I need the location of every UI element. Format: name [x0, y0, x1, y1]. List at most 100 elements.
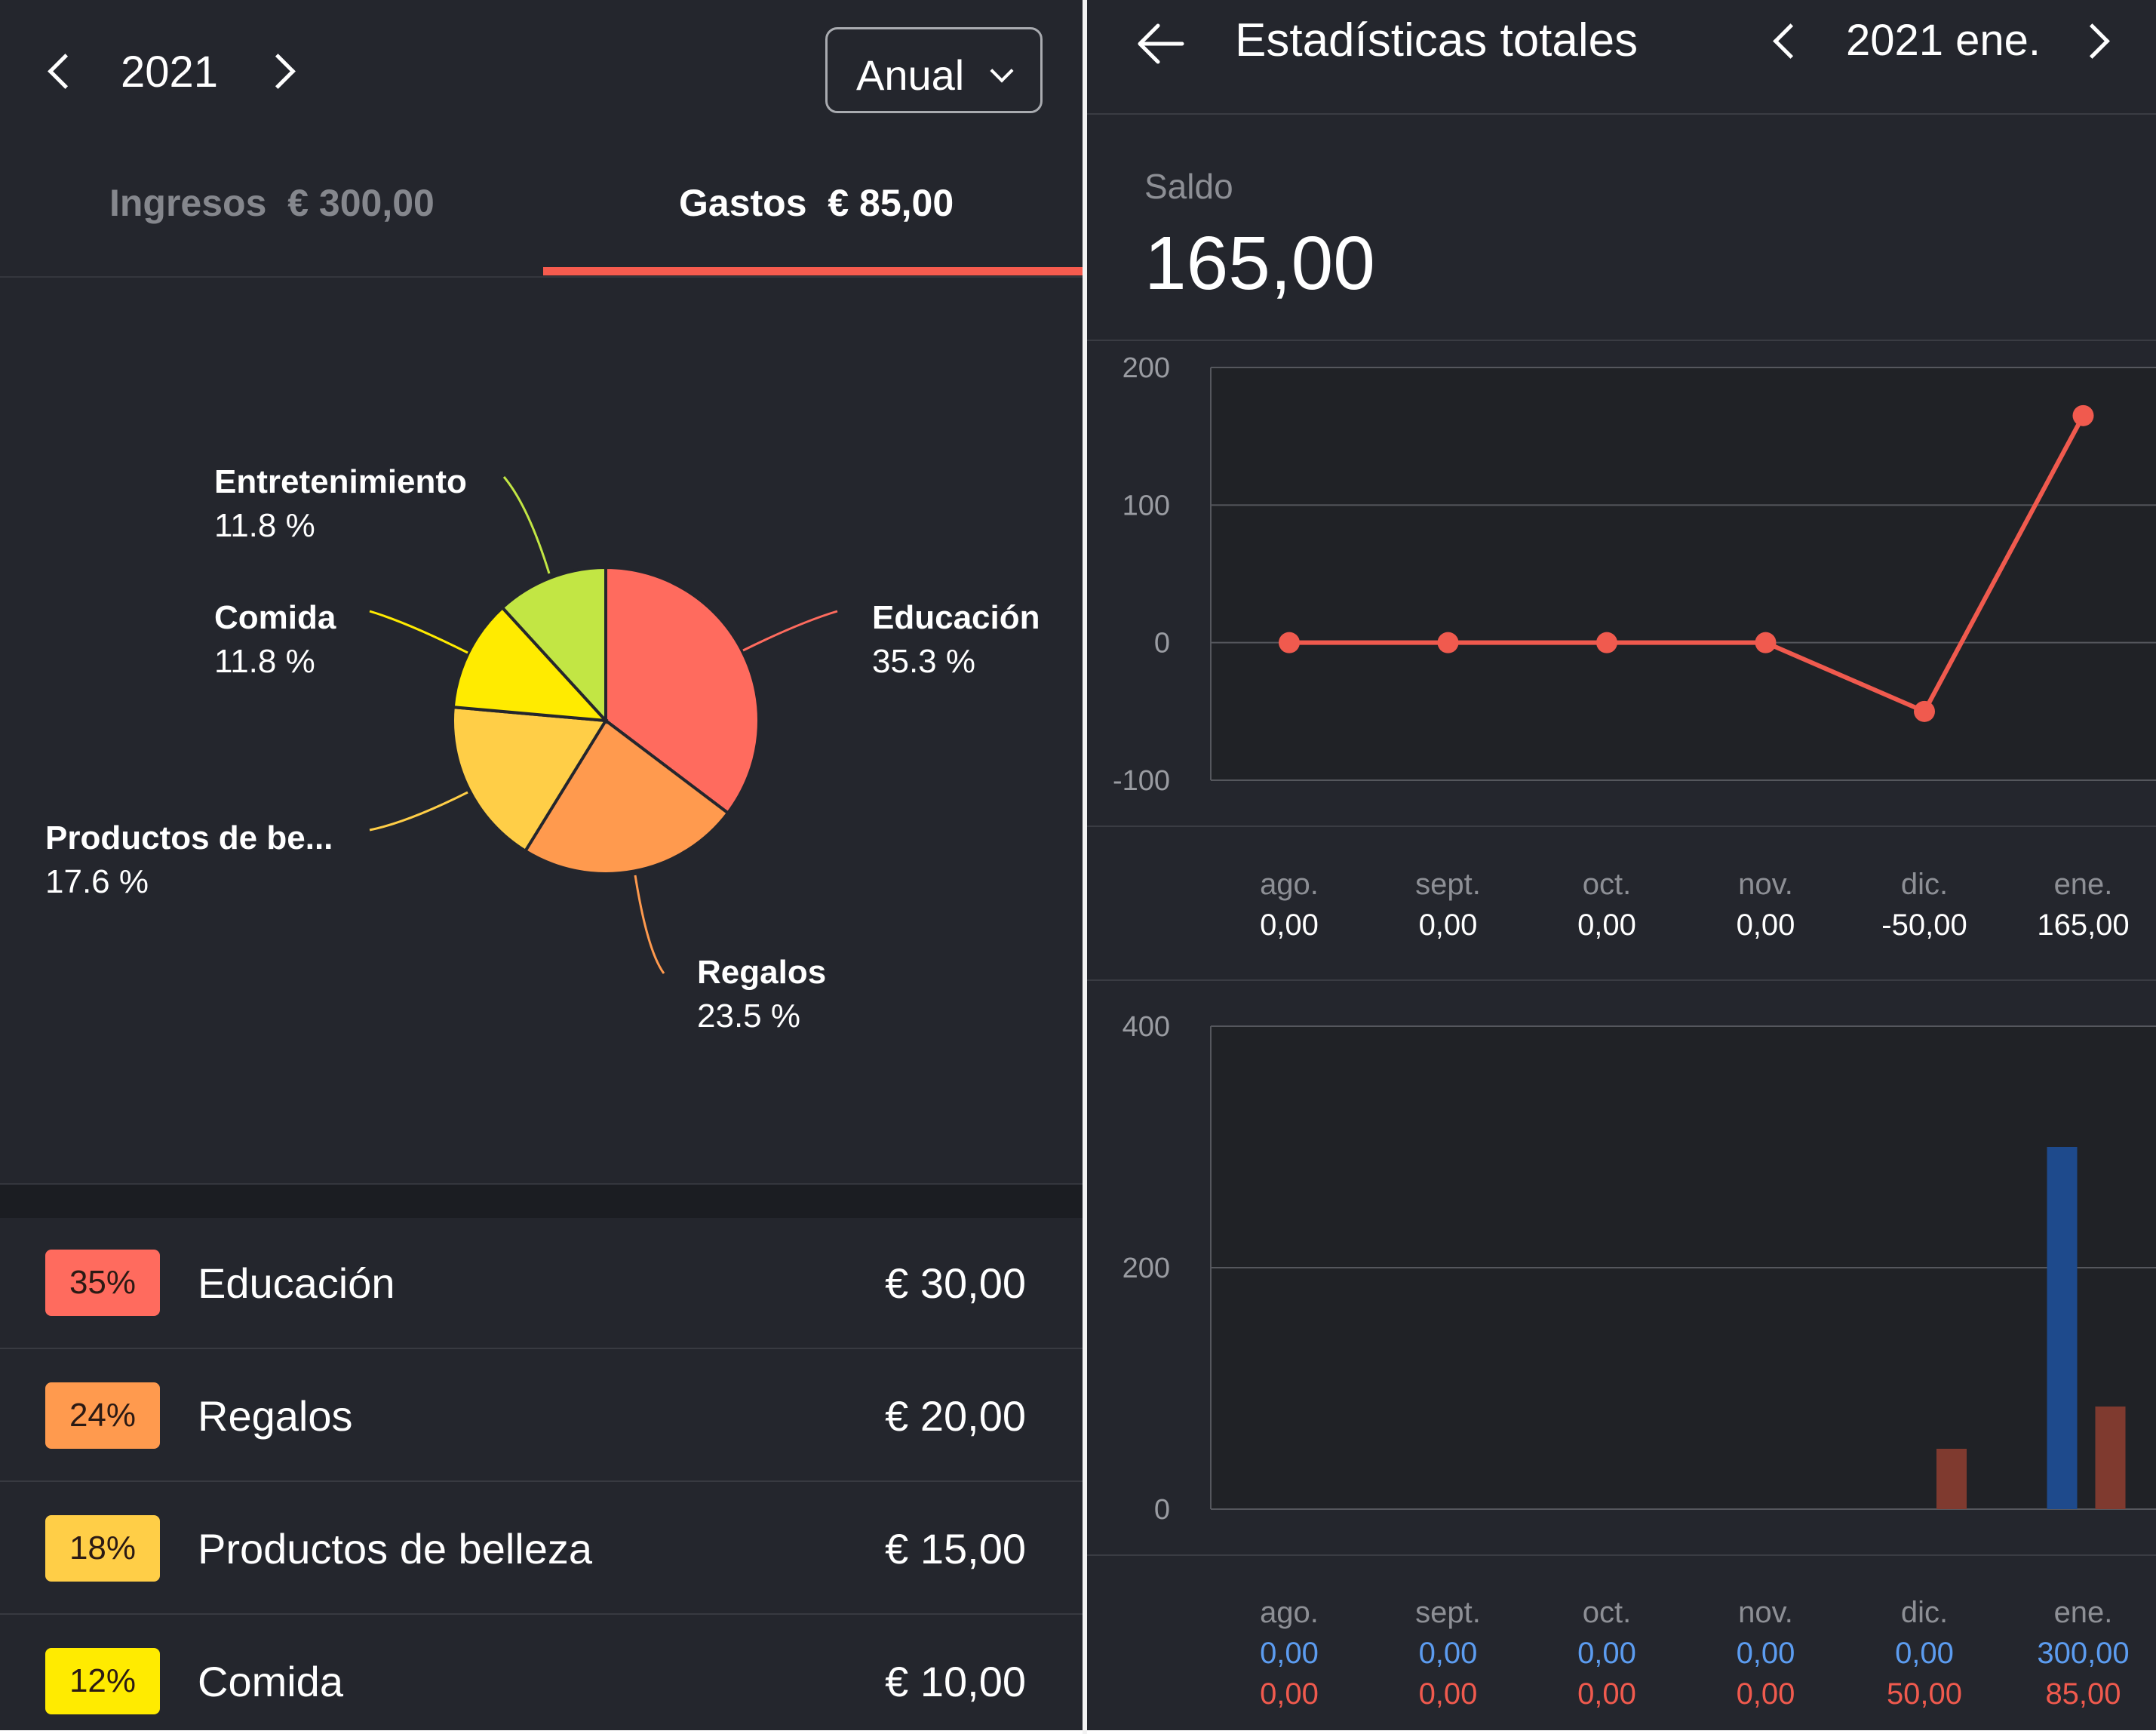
x-label-group: oct. 0,00 [1539, 864, 1675, 945]
month-label: nov. [1738, 1596, 1793, 1629]
tab-divider [0, 276, 1083, 278]
category-row-regalos[interactable]: 24% Regalos € 20,00 [0, 1349, 1083, 1482]
balance-point [1596, 632, 1617, 653]
month-label: sept. [1415, 1596, 1481, 1629]
x-label-group: nov. 0,00 [1698, 864, 1834, 945]
percent-badge: 12% [45, 1648, 160, 1714]
statistics-panel: Estadísticas totales 2021 ene. Saldo 165… [1087, 0, 2156, 1730]
balance-value: 165,00 [1144, 221, 1375, 306]
balance-point [1755, 632, 1777, 653]
flow-bar-chart: 400 200 0 [1123, 1011, 2156, 1526]
header-divider [1087, 113, 2156, 115]
category-name: Educación [198, 1259, 395, 1307]
pie-label-percent: 11.8 % [214, 507, 315, 544]
pie-leader-line [502, 476, 551, 574]
pie-label-name: Entretenimiento [214, 463, 467, 500]
income-month-value: 0,00 [1577, 1637, 1636, 1670]
category-amount: € 10,00 [885, 1658, 1026, 1705]
tab-expenses-amount: € 85,00 [828, 182, 954, 224]
month-label: 2021 ene. [1846, 16, 2041, 65]
back-arrow-icon[interactable] [1135, 21, 1188, 66]
active-tab-indicator [543, 267, 1083, 275]
tab-expenses[interactable]: Gastos € 85,00 [679, 181, 954, 225]
balance-month-value: 0,00 [1260, 909, 1319, 942]
category-row-educacion[interactable]: 35% Educación € 30,00 [0, 1216, 1083, 1349]
section-divider [1087, 825, 2156, 827]
expense-bar [2095, 1407, 2126, 1509]
balance-point [1914, 700, 1935, 722]
month-label: sept. [1415, 868, 1481, 901]
next-year-icon[interactable] [260, 54, 296, 89]
expense-month-value: 85,00 [2045, 1677, 2121, 1711]
x-label-group: ago. 0,00 0,00 [1221, 1592, 1357, 1714]
balance-point [2072, 404, 2094, 426]
pie-label-entretenimiento: Entretenimiento 11.8 % [214, 460, 467, 548]
expense-month-value: 0,00 [1736, 1677, 1795, 1711]
y-tick-label: 200 [1123, 1253, 1170, 1284]
x-label-group: sept. 0,00 0,00 [1381, 1592, 1516, 1714]
balance-month-value: 165,00 [2037, 909, 2130, 942]
y-tick-label: -100 [1113, 765, 1170, 797]
pie-leader-line [742, 610, 838, 652]
income-month-value: 0,00 [1418, 1637, 1478, 1670]
month-label: ene. [2053, 1596, 2113, 1629]
tab-income[interactable]: Ingresos € 300,00 [109, 181, 435, 225]
month-label: ago. [1260, 1596, 1319, 1629]
y-tick-label: 0 [1154, 1494, 1170, 1526]
category-amount: € 30,00 [885, 1259, 1026, 1307]
balance-label: Saldo [1144, 167, 1233, 206]
pie-leader-line [369, 610, 468, 654]
month-label: ago. [1260, 868, 1319, 901]
month-label: ene. [2053, 868, 2113, 901]
x-label-group: sept. 0,00 [1381, 864, 1516, 945]
pie-label-name: Regalos [697, 954, 827, 991]
x-label-group: ene. 300,00 85,00 [2016, 1592, 2151, 1714]
pie-label-percent: 17.6 % [45, 863, 149, 900]
expense-month-value: 0,00 [1418, 1677, 1478, 1711]
balance-month-value: 0,00 [1736, 909, 1795, 942]
chevron-down-icon [990, 59, 1014, 83]
balance-month-value: 0,00 [1577, 909, 1636, 942]
period-dropdown[interactable]: Anual [825, 27, 1043, 113]
percent-badge: 18% [45, 1515, 160, 1582]
category-amount: € 15,00 [885, 1525, 1026, 1573]
pie-label-percent: 23.5 % [697, 998, 800, 1035]
period-dropdown-label: Anual [856, 51, 965, 99]
prev-year-icon[interactable] [48, 54, 83, 89]
month-label: nov. [1738, 868, 1793, 901]
tab-income-amount: € 300,00 [287, 182, 435, 224]
x-label-group: ene. 165,00 [2016, 864, 2151, 945]
x-label-group: dic. 0,00 50,00 [1857, 1592, 1992, 1714]
balance-point [1279, 632, 1300, 653]
balance-point [1437, 632, 1459, 653]
pie-label-regalos: Regalos 23.5 % [697, 951, 826, 1038]
pie-label-name: Educación [872, 599, 1040, 636]
expense-bar [1936, 1449, 1967, 1509]
year-label: 2021 [121, 48, 219, 97]
expense-pie-chart [369, 476, 838, 974]
income-bar [2047, 1147, 2078, 1509]
month-label: oct. [1582, 868, 1632, 901]
category-name: Productos de belleza [198, 1525, 593, 1573]
plot-area [1211, 367, 2156, 780]
month-label: dic. [1900, 868, 1949, 901]
pie-label-percent: 11.8 % [214, 643, 315, 680]
percent-badge: 35% [45, 1250, 160, 1316]
y-tick-label: 0 [1154, 628, 1170, 659]
pie-leader-line [369, 791, 468, 832]
next-month-icon[interactable] [2075, 23, 2110, 59]
expense-month-value: 0,00 [1577, 1677, 1636, 1711]
category-row-comida[interactable]: 12% Comida € 10,00 [0, 1615, 1083, 1730]
expense-month-value: 0,00 [1260, 1677, 1319, 1711]
prev-month-icon[interactable] [1773, 23, 1808, 59]
list-separator [0, 1183, 1083, 1218]
y-tick-label: 400 [1123, 1011, 1170, 1043]
page-title: Estadísticas totales [1235, 14, 1638, 66]
category-panel: 2021 Anual Ingresos € 300,00 Gastos € 85… [0, 0, 1083, 1730]
category-row-productos[interactable]: 18% Productos de belleza € 15,00 [0, 1482, 1083, 1615]
income-month-value: 0,00 [1260, 1637, 1319, 1670]
y-tick-label: 200 [1123, 352, 1170, 384]
y-tick-label: 100 [1123, 490, 1170, 521]
x-label-group: nov. 0,00 0,00 [1698, 1592, 1834, 1714]
section-divider [1087, 1554, 2156, 1556]
